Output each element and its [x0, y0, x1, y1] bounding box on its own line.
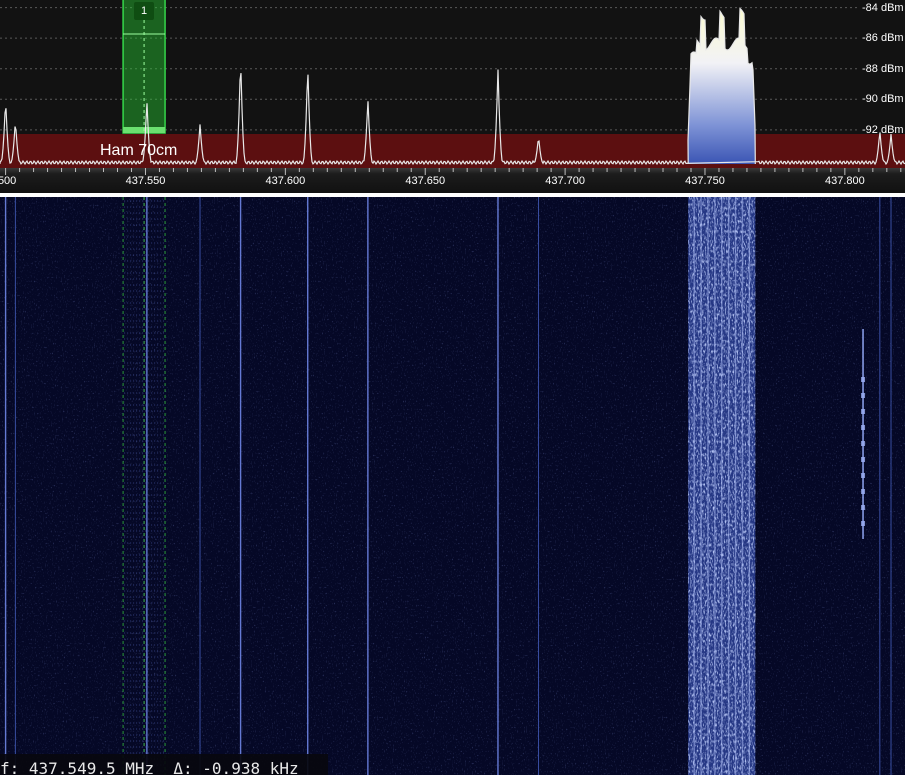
burst-blob: [861, 457, 866, 462]
frequency-label: .500: [0, 175, 17, 187]
frequency-label: 437.750: [685, 175, 725, 187]
waterfall-noise-texture: [0, 197, 905, 775]
vfo-number-badge[interactable]: 1: [134, 2, 155, 20]
delta-readout: Δ: -0.938 kHz: [173, 759, 299, 775]
burst-blob: [861, 409, 866, 414]
burst-blob: [861, 425, 866, 430]
dbm-label: -92 dBm: [862, 123, 904, 136]
waterfall-plot[interactable]: [0, 197, 905, 775]
burst-blob: [861, 441, 866, 446]
dbm-label: -90 dBm: [862, 93, 904, 106]
dbm-label: -84 dBm: [862, 1, 904, 14]
frequency-label: 437.550: [125, 175, 166, 187]
waterfall-panel[interactable]: [0, 197, 905, 775]
frequency-axis[interactable]: .500 437.550 437.600 437.650 437.700 437…: [0, 168, 905, 193]
frequency-label: 437.800: [824, 175, 865, 187]
waterfall-wideband-signal: [688, 197, 756, 775]
status-readout: f: 437.549.5 MHz Δ: -0.938 kHz: [0, 754, 328, 775]
burst-blob: [861, 521, 866, 526]
burst-blob: [861, 489, 866, 494]
burst-blob: [861, 377, 866, 382]
burst-blob: [861, 393, 866, 398]
sdr-receiver-view: -84 dBm -86 dBm -88 dBm -90 dBm -92 dBm …: [0, 0, 905, 775]
frequency-readout: f: 437.549.5 MHz: [0, 759, 155, 775]
dbm-label: -88 dBm: [862, 62, 904, 75]
band-label: Ham 70cm: [100, 142, 178, 159]
spectrum-panel[interactable]: -84 dBm -86 dBm -88 dBm -90 dBm -92 dBm …: [0, 0, 905, 168]
burst-blob: [861, 473, 866, 478]
frequency-label: 437.700: [545, 175, 585, 187]
frequency-label: 437.650: [405, 175, 446, 187]
spectrum-fill: [688, 8, 756, 164]
dbm-label: -86 dBm: [862, 32, 904, 45]
frequency-label: 437.600: [265, 175, 306, 187]
burst-blob: [861, 505, 866, 510]
